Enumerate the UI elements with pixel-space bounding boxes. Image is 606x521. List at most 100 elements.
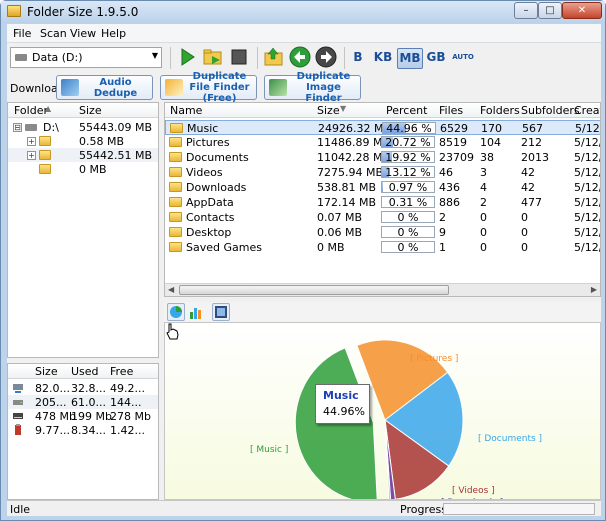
bar-chart-view-icon[interactable] bbox=[187, 303, 205, 321]
list-row[interactable]: Videos 7275.94 MB 13.12 % 46 3 42 5/12/ bbox=[165, 165, 601, 180]
list-row[interactable]: Desktop 0.06 MB 0 % 9 0 0 5/12/ bbox=[165, 225, 600, 240]
list-row[interactable]: AppData 172.14 MB 0.31 % 886 2 477 5/12/ bbox=[165, 195, 601, 210]
drive-row[interactable]: 9.77... 8.34... 1.42... bbox=[8, 423, 158, 437]
folder-icon bbox=[169, 137, 182, 147]
folder-list[interactable]: Name Size ▼ Percent Files Folders Subfol… bbox=[164, 102, 601, 297]
drive-select[interactable]: Data (D:) ▼ bbox=[10, 47, 162, 68]
maximize-button[interactable]: □ bbox=[538, 2, 562, 19]
audio-dedupe-label: Audio Dedupe bbox=[93, 76, 138, 99]
drive-free: 278 Mb bbox=[110, 410, 151, 423]
tree-row[interactable]: 0 MB bbox=[8, 162, 158, 176]
drive-row[interactable]: 82.0... 32.8... 49.2... bbox=[8, 381, 158, 395]
list-header-created[interactable]: Create bbox=[574, 104, 600, 117]
tree-header-size[interactable]: Size bbox=[79, 104, 102, 117]
list-row-name: Desktop bbox=[186, 226, 232, 239]
client-area: File Scan View Help Data (D:) ▼ B KB MB … bbox=[7, 24, 601, 516]
tree-row[interactable]: + 55442.51 MB bbox=[8, 148, 158, 162]
hard-drive-icon bbox=[25, 124, 37, 131]
menu-help[interactable]: Help bbox=[101, 27, 126, 40]
duplicate-image-finder-icon bbox=[269, 79, 287, 96]
chart-export-icon[interactable] bbox=[212, 303, 230, 321]
list-header-folders[interactable]: Folders bbox=[480, 104, 520, 117]
pie-label-videos: [ Videos ] bbox=[452, 486, 495, 496]
back-icon[interactable] bbox=[289, 46, 311, 68]
list-header-percent[interactable]: Percent bbox=[386, 104, 427, 117]
unit-mb-button[interactable]: MB bbox=[397, 48, 423, 69]
chart-tooltip: Music 44.96% bbox=[315, 384, 370, 424]
tree-row[interactable]: ⊟ D:\ 55443.09 MB bbox=[8, 120, 158, 134]
list-row[interactable]: Documents 11042.28 MB 19.92 % 23709 38 2013 5/… bbox=[165, 150, 600, 165]
drive-header-size[interactable]: Size bbox=[35, 365, 58, 378]
scroll-thumb[interactable] bbox=[179, 285, 449, 295]
drive-header-free[interactable]: Free bbox=[110, 365, 133, 378]
unit-b-button[interactable]: B bbox=[349, 48, 367, 69]
list-row-size: 172.14 MB bbox=[317, 196, 377, 209]
pie-chart[interactable]: [ Music ] [ Pictures ] [ Documents ] [ Vide… bbox=[164, 322, 601, 500]
list-row-folders: 3 bbox=[480, 166, 487, 179]
list-row-created: 5/12/ bbox=[574, 181, 601, 194]
unit-gb-button[interactable]: GB bbox=[425, 48, 447, 69]
open-folder-icon[interactable] bbox=[202, 46, 224, 68]
list-row[interactable]: Saved Games 0 MB 0 % 1 0 0 5/12/ bbox=[165, 240, 600, 255]
menu-view[interactable]: View bbox=[70, 27, 96, 40]
list-row-folders: 4 bbox=[480, 181, 487, 194]
close-button[interactable]: ✕ bbox=[562, 2, 602, 19]
list-row[interactable]: Contacts 0.07 MB 0 % 2 0 0 5/12/ bbox=[165, 210, 600, 225]
list-row[interactable]: Pictures 11486.89 MB 20.72 % 8519 104 212 5/12… bbox=[165, 135, 600, 150]
list-header-files[interactable]: Files bbox=[439, 104, 463, 117]
list-row-name: Contacts bbox=[186, 211, 235, 224]
drive-select-value: Data (D:) bbox=[32, 51, 83, 64]
list-header-name[interactable]: Name bbox=[170, 104, 202, 117]
unit-kb-button[interactable]: KB bbox=[371, 48, 395, 69]
folder-up-icon[interactable] bbox=[263, 46, 285, 68]
pie-chart-view-icon[interactable] bbox=[167, 303, 185, 321]
list-row-subfolders: 0 bbox=[521, 226, 528, 239]
tree-row[interactable]: + 0.58 MB bbox=[8, 134, 158, 148]
list-row-folders: 0 bbox=[480, 211, 487, 224]
menu-file[interactable]: File bbox=[13, 27, 31, 40]
duplicate-image-finder-label: Duplicate Image Finder bbox=[296, 71, 351, 104]
scroll-right-icon[interactable]: ▶ bbox=[591, 285, 597, 294]
chevron-down-icon[interactable]: ▼ bbox=[152, 51, 158, 60]
drive-header-used[interactable]: Used bbox=[71, 365, 99, 378]
expand-icon[interactable]: + bbox=[27, 137, 36, 146]
duplicate-image-finder-button[interactable]: Duplicate Image Finder bbox=[264, 71, 361, 104]
drive-free: 49.2... bbox=[110, 382, 145, 395]
status-text: Idle bbox=[10, 503, 31, 516]
folder-icon bbox=[39, 164, 51, 174]
toolbar-separator bbox=[257, 47, 258, 69]
audio-dedupe-button[interactable]: Audio Dedupe bbox=[56, 75, 153, 100]
menu-scan[interactable]: Scan bbox=[40, 27, 67, 40]
list-row-percent: 0 % bbox=[397, 226, 419, 239]
duplicate-file-finder-button[interactable]: Duplicate File Finder (Free) bbox=[160, 71, 257, 104]
stop-icon[interactable] bbox=[228, 46, 250, 68]
drive-row[interactable]: 205... 61.0... 144... bbox=[8, 395, 158, 409]
horizontal-scrollbar[interactable]: ◀ ▶ bbox=[165, 283, 600, 296]
list-row[interactable]: Music 24926.32 MB 44.96 % 6529 170 567 5/12/ bbox=[165, 120, 600, 135]
toolbar-separator bbox=[170, 47, 171, 69]
tree-header-folder[interactable]: Folder bbox=[14, 104, 48, 117]
percent-bar: 13.12 % bbox=[381, 166, 435, 179]
collapse-icon[interactable]: ⊟ bbox=[13, 123, 22, 132]
list-row-created: 5/12/ bbox=[574, 166, 601, 179]
drive-list[interactable]: Size Used Free 82.0... 32.8... 49.2... 2… bbox=[7, 363, 159, 500]
tooltip-value: 44.96% bbox=[323, 405, 365, 418]
list-row-size: 0 MB bbox=[317, 241, 345, 254]
list-row-size: 24926.32 MB bbox=[318, 122, 392, 135]
play-icon[interactable] bbox=[176, 46, 198, 68]
list-header-subfolders[interactable]: Subfolders bbox=[521, 104, 580, 117]
drive-row[interactable]: 478 Mb 199 Mb 278 Mb bbox=[8, 409, 158, 423]
list-header-size[interactable]: Size bbox=[317, 104, 340, 117]
list-row[interactable]: Downloads 538.81 MB 0.97 % 436 4 42 5/12/ bbox=[165, 180, 601, 195]
folder-tree[interactable]: Folder ▲ Size ⊟ D:\ 55443.09 MB + 0.58 M… bbox=[7, 102, 159, 358]
forward-icon[interactable] bbox=[315, 46, 337, 68]
toolbar: Data (D:) ▼ B KB MB GB AUTO bbox=[7, 43, 601, 73]
expand-icon[interactable]: + bbox=[27, 151, 36, 160]
list-row-subfolders: 2013 bbox=[521, 151, 549, 164]
scroll-left-icon[interactable]: ◀ bbox=[168, 285, 174, 294]
download-bar: Download: Audio Dedupe Duplicate File Fi… bbox=[7, 71, 601, 104]
list-row-created: 5/12/ bbox=[574, 196, 601, 209]
tree-header: Folder ▲ Size bbox=[8, 103, 158, 118]
unit-auto-button[interactable]: AUTO bbox=[450, 48, 476, 69]
minimize-button[interactable]: – bbox=[514, 2, 538, 19]
